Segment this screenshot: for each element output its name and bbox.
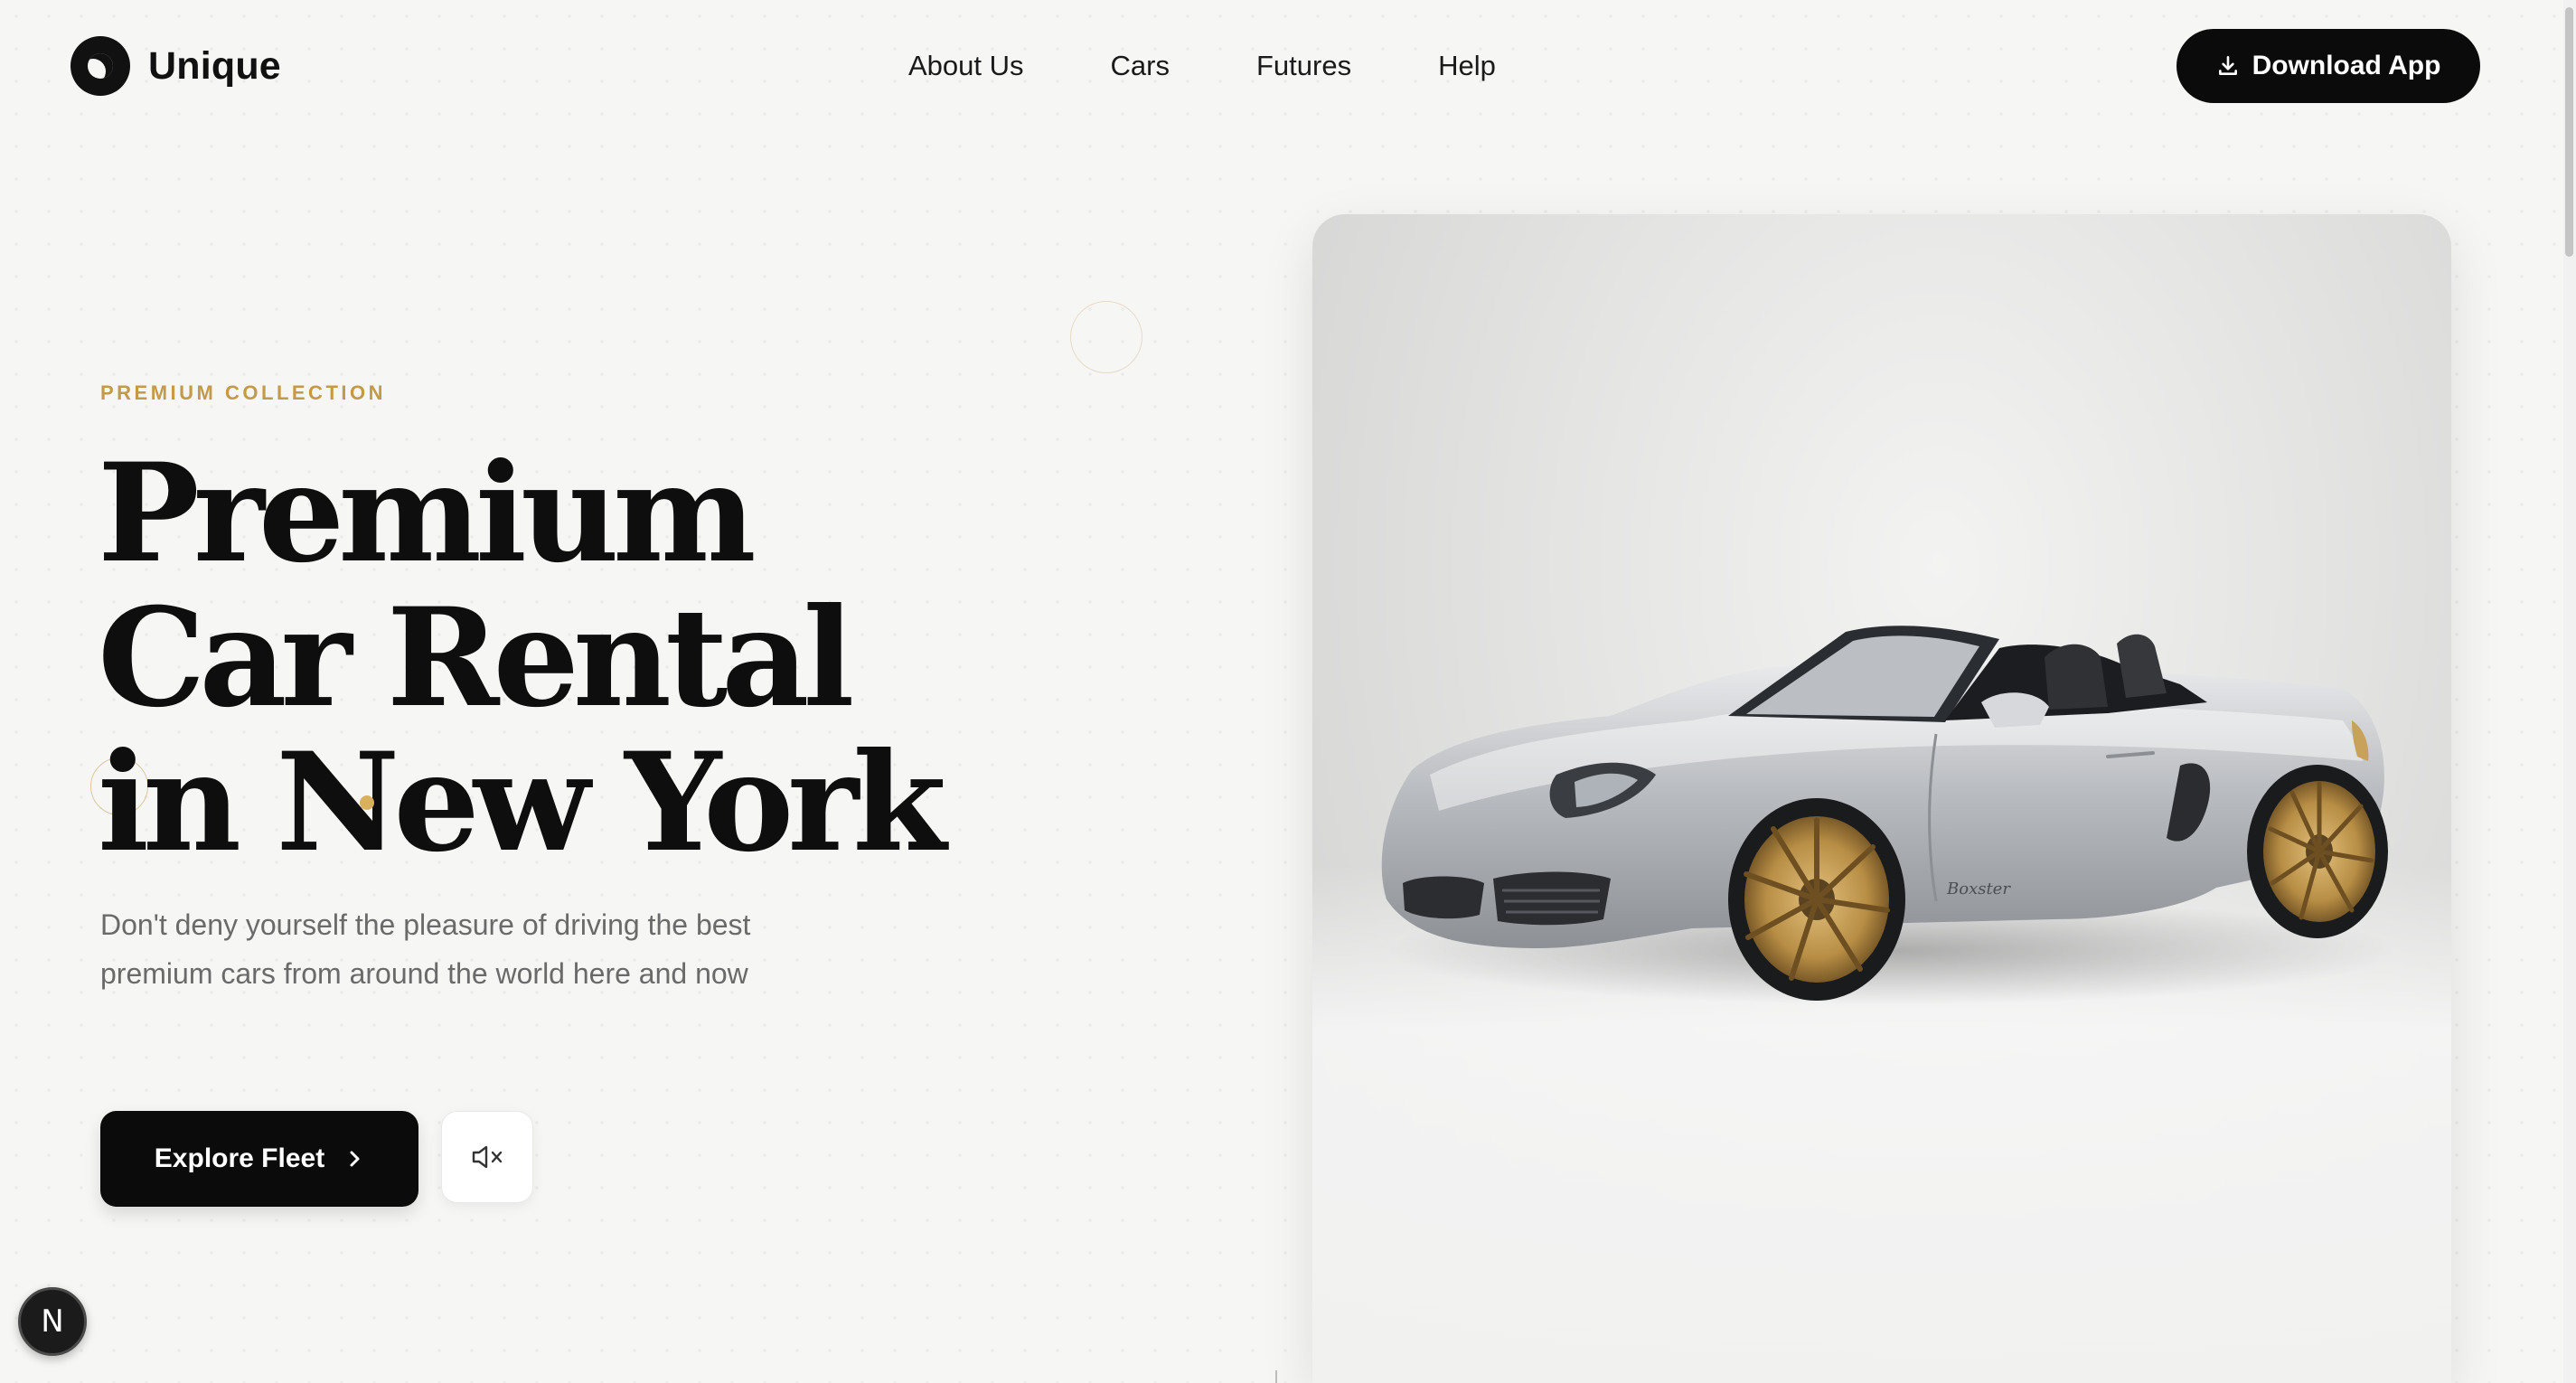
scrollbar-thumb[interactable]: [2565, 7, 2573, 257]
hero-eyebrow: PREMIUM COLLECTION: [100, 381, 386, 404]
nav-item-about-us[interactable]: About Us: [908, 50, 1024, 82]
logo-icon: [71, 36, 130, 96]
download-icon: [2218, 55, 2237, 75]
headline-line: Car Rental: [98, 579, 854, 738]
download-app-button[interactable]: Download App: [2176, 29, 2480, 103]
explore-fleet-label: Explore Fleet: [154, 1143, 325, 1173]
explore-fleet-button[interactable]: Explore Fleet: [100, 1111, 418, 1207]
hero-subtitle: Don't deny yourself the pleasure of driv…: [100, 908, 751, 990]
nav-item-help[interactable]: Help: [1438, 50, 1496, 82]
download-app-label: Download App: [2252, 51, 2441, 80]
chevron-right-icon: [350, 1151, 360, 1167]
nav-item-futures[interactable]: Futures: [1256, 50, 1351, 82]
brand-logo[interactable]: Unique: [71, 36, 281, 96]
mute-toggle-button[interactable]: [441, 1111, 533, 1203]
site-header: Unique About Us Cars Futures Help Downlo…: [0, 0, 2576, 136]
hero-headline: Premium Car Rental in New York: [98, 434, 946, 882]
nav-item-cars[interactable]: Cars: [1111, 50, 1170, 82]
nextjs-dev-badge[interactable]: N: [18, 1287, 87, 1356]
brand-name: Unique: [148, 43, 281, 88]
decorative-dot: [360, 795, 374, 810]
car-illustration: Boxster: [1381, 626, 2397, 1005]
headline-line: in New York: [98, 723, 946, 882]
hero-car-image: Boxster: [1312, 214, 2451, 1383]
speaker-muted-icon: [472, 1145, 503, 1169]
landing-page: Unique About Us Cars Futures Help Downlo…: [0, 0, 2576, 1383]
main-nav: About Us Cars Futures Help: [908, 43, 1496, 89]
car-model-badge: Boxster: [1946, 880, 2011, 898]
divider: [1275, 1370, 1277, 1383]
headline-line: Premium: [98, 434, 757, 593]
decorative-ring: [1070, 301, 1142, 373]
